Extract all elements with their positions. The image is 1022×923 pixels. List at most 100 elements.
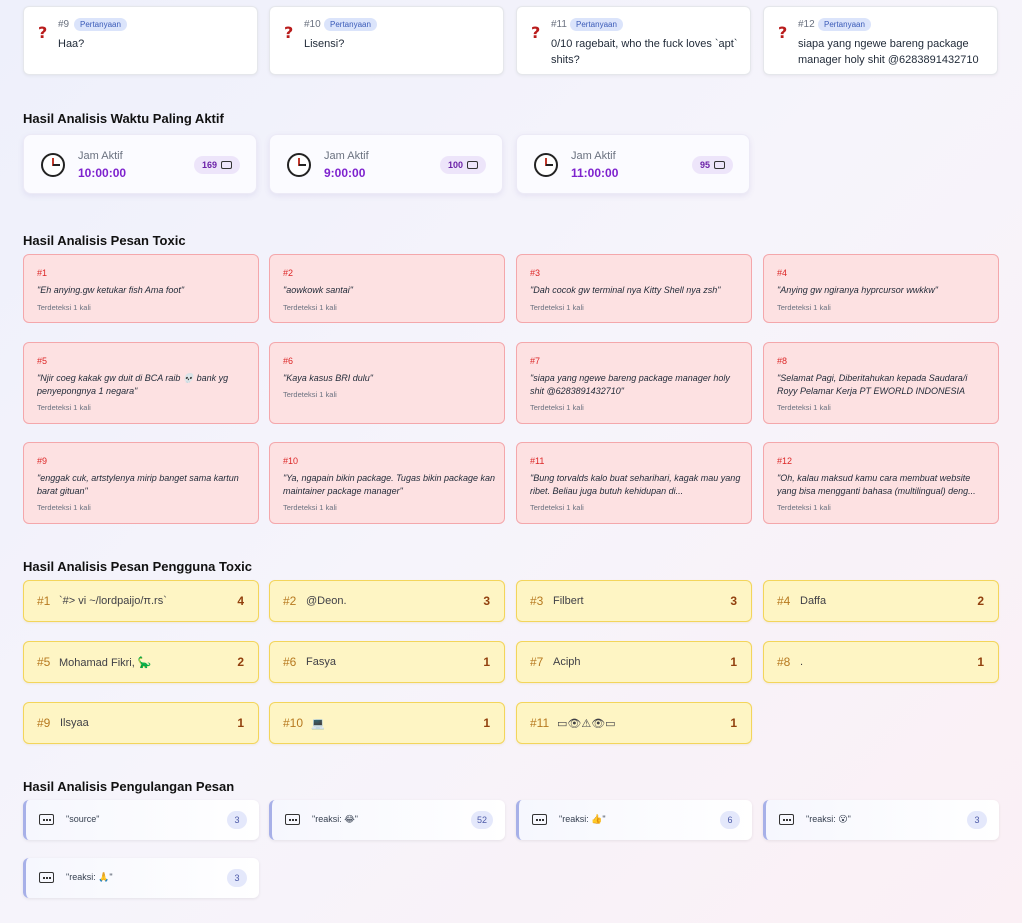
toxic-user-card: #3 Filbert 3 bbox=[516, 580, 752, 622]
question-mark-icon: ? bbox=[531, 23, 541, 42]
question-card: ? #11 Pertanyaan 0/10 ragebait, who the … bbox=[516, 6, 751, 75]
toxic-user-name: Fasya bbox=[306, 656, 336, 668]
chat-icon bbox=[39, 814, 54, 825]
toxic-user-card: #9 Ilsyaa 1 bbox=[23, 702, 259, 744]
toxic-user-rank: #8 bbox=[777, 655, 791, 669]
toxic-message-detected: Terdeteksi 1 kali bbox=[37, 403, 91, 412]
toxic-user-count: 2 bbox=[977, 594, 984, 608]
toxic-user-card: #7 Aciph 1 bbox=[516, 641, 752, 683]
chat-icon bbox=[779, 814, 794, 825]
section-title-toxic-messages: Hasil Analisis Pesan Toxic bbox=[23, 233, 186, 248]
toxic-message-detected: Terdeteksi 1 kali bbox=[283, 303, 337, 312]
toxic-user-card: #11 ▭👁⚠👁▭ 1 bbox=[516, 702, 752, 744]
toxic-user-count: 1 bbox=[483, 655, 490, 669]
toxic-message-detected: Terdeteksi 1 kali bbox=[777, 303, 831, 312]
question-text: Lisensi? bbox=[304, 38, 345, 50]
active-time-value: 11:00:00 bbox=[571, 166, 619, 180]
clock-icon bbox=[534, 153, 558, 177]
message-count-badge: 100 bbox=[439, 156, 486, 174]
toxic-message-text: "Dah cocok gw terminal nya Kitty Shell n… bbox=[530, 285, 721, 295]
question-mark-icon: ? bbox=[778, 23, 788, 42]
toxic-user-card: #6 Fasya 1 bbox=[269, 641, 505, 683]
toxic-user-card: #4 Daffa 2 bbox=[763, 580, 999, 622]
toxic-message-detected: Terdeteksi 1 kali bbox=[777, 503, 831, 512]
repeated-message-count: 3 bbox=[227, 869, 247, 887]
repeated-message-count: 3 bbox=[967, 811, 987, 829]
message-count: 100 bbox=[447, 160, 463, 170]
toxic-message-text: "Kaya kasus BRI dulu" bbox=[283, 373, 373, 383]
question-number: #12 bbox=[798, 19, 815, 30]
toxic-message-number: #4 bbox=[777, 268, 788, 278]
toxic-message-detected: Terdeteksi 1 kali bbox=[37, 303, 91, 312]
toxic-user-name: `#> vi ~/lordpaijo/π.rs` bbox=[59, 595, 167, 607]
toxic-user-rank: #2 bbox=[283, 594, 297, 608]
toxic-message-card: #12 "Oh, kalau maksud kamu cara membuat … bbox=[763, 442, 999, 524]
clock-icon bbox=[41, 153, 65, 177]
repeated-message-text: "source" bbox=[66, 814, 100, 824]
toxic-message-text: "enggak cuk, artstylenya mirip banget sa… bbox=[37, 473, 239, 496]
toxic-message-text: "siapa yang ngewe bareng package manager… bbox=[530, 373, 730, 396]
active-time-card: Jam Aktif 10:00:00 169 bbox=[23, 134, 257, 194]
active-time-label: Jam Aktif bbox=[324, 150, 369, 162]
toxic-message-card: #11 "Bung torvalds kalo buat seharihari,… bbox=[516, 442, 752, 524]
repeated-message-count: 52 bbox=[470, 811, 493, 829]
toxic-message-detected: Terdeteksi 1 kali bbox=[37, 503, 91, 512]
question-card: ? #12 Pertanyaan siapa yang ngewe bareng… bbox=[763, 6, 998, 75]
toxic-message-number: #7 bbox=[530, 356, 541, 366]
question-number: #10 bbox=[304, 19, 321, 30]
question-mark-icon: ? bbox=[284, 23, 294, 42]
toxic-user-name: Ilsyaa bbox=[60, 717, 89, 729]
toxic-user-name: Aciph bbox=[553, 656, 581, 668]
active-time-card: Jam Aktif 11:00:00 95 bbox=[516, 134, 750, 194]
toxic-user-rank: #11 bbox=[530, 716, 550, 730]
toxic-user-name: Daffa bbox=[800, 595, 827, 607]
active-time-value: 10:00:00 bbox=[78, 166, 127, 180]
clock-icon bbox=[287, 153, 311, 177]
message-count-badge: 169 bbox=[193, 156, 240, 174]
toxic-user-card: #8 . 1 bbox=[763, 641, 999, 683]
toxic-message-number: #11 bbox=[530, 456, 545, 466]
chat-icon bbox=[221, 161, 232, 169]
toxic-message-text: "Bung torvalds kalo buat seharihari, kag… bbox=[530, 473, 741, 496]
active-time-card: Jam Aktif 9:00:00 100 bbox=[269, 134, 503, 194]
chat-icon bbox=[532, 814, 547, 825]
toxic-message-card: #10 "Ya, ngapain bikin package. Tugas bi… bbox=[269, 442, 505, 524]
repeated-message-card: "reaksi: 🙏" 3 bbox=[23, 858, 259, 898]
section-title-toxic-users: Hasil Analisis Pesan Pengguna Toxic bbox=[23, 559, 253, 574]
toxic-user-rank: #10 bbox=[283, 716, 304, 730]
toxic-user-rank: #7 bbox=[530, 655, 544, 669]
toxic-message-number: #5 bbox=[37, 356, 48, 366]
toxic-user-rank: #4 bbox=[777, 594, 791, 608]
toxic-message-text: "Anying gw ngiranya hyprcursor wwkkw" bbox=[777, 285, 938, 295]
toxic-message-detected: Terdeteksi 1 kali bbox=[530, 503, 584, 512]
question-badge: Pertanyaan bbox=[570, 18, 623, 31]
toxic-message-text: "Oh, kalau maksud kamu cara membuat webs… bbox=[777, 473, 976, 496]
active-time-label: Jam Aktif bbox=[78, 150, 123, 162]
active-time-value: 9:00:00 bbox=[324, 166, 366, 180]
toxic-message-card: #5 "Njir coeg kakak gw duit di BCA raib … bbox=[23, 342, 259, 424]
toxic-user-count: 1 bbox=[237, 716, 244, 730]
question-text: Haa? bbox=[58, 38, 85, 50]
toxic-message-number: #10 bbox=[283, 456, 299, 466]
toxic-user-name: 💻 bbox=[311, 718, 325, 730]
repeated-message-card: "reaksi: 👍" 6 bbox=[516, 800, 752, 840]
toxic-message-number: #12 bbox=[777, 456, 793, 466]
toxic-message-card: #6 "Kaya kasus BRI dulu" Terdeteksi 1 ka… bbox=[269, 342, 505, 424]
toxic-message-detected: Terdeteksi 1 kali bbox=[530, 303, 584, 312]
toxic-message-number: #6 bbox=[283, 356, 294, 366]
question-card: ? #9 Pertanyaan Haa? bbox=[23, 6, 258, 75]
toxic-message-text: "Selamat Pagi, Diberitahukan kepada Saud… bbox=[777, 373, 968, 396]
toxic-message-text: "aowkowk santai" bbox=[283, 285, 353, 295]
toxic-message-text: "Ya, ngapain bikin package. Tugas bikin … bbox=[283, 473, 495, 496]
chat-icon bbox=[467, 161, 478, 169]
toxic-message-card: #2 "aowkowk santai" Terdeteksi 1 kali bbox=[269, 254, 505, 323]
repeated-message-card: "reaksi: 😂" 52 bbox=[269, 800, 505, 840]
question-number: #9 bbox=[58, 19, 70, 30]
toxic-message-detected: Terdeteksi 1 kali bbox=[283, 503, 337, 512]
question-badge: Pertanyaan bbox=[74, 18, 127, 31]
toxic-user-count: 3 bbox=[730, 594, 737, 608]
question-text: 0/10 ragebait, who the fuck loves `apt` … bbox=[551, 38, 738, 66]
message-count: 95 bbox=[699, 160, 710, 170]
section-title-repeated-messages: Hasil Analisis Pengulangan Pesan bbox=[23, 779, 235, 794]
toxic-user-name: @Deon. bbox=[306, 595, 347, 607]
